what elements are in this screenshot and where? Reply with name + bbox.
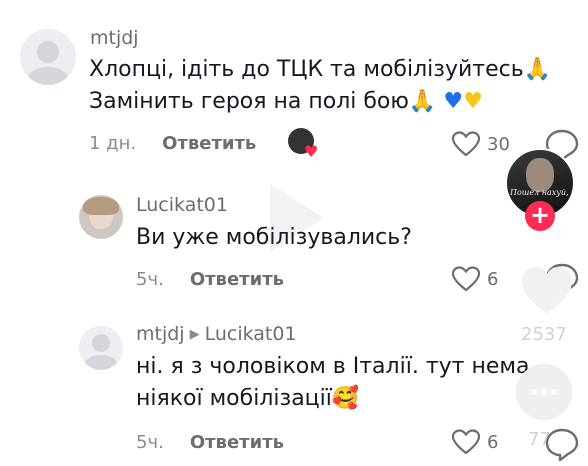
comment-text: Замінить героя на полі бою🙏 ♥♥ — [89, 87, 483, 117]
heart-outline-icon — [451, 131, 481, 157]
video-comment-count: 77 — [528, 429, 551, 450]
heart-outline-icon — [451, 266, 481, 292]
user-avatar[interactable] — [20, 29, 76, 85]
comment-time: 5ч. — [136, 432, 164, 453]
blue-heart-emoji-icon: ♥ — [443, 89, 464, 114]
video-comment-icon[interactable] — [516, 364, 572, 420]
reply-button[interactable]: Ответить — [190, 269, 284, 290]
comment-text-line: ніякої мобілізації — [136, 386, 332, 411]
like-count: 30 — [487, 133, 510, 155]
reply-button[interactable]: Ответить — [190, 432, 284, 453]
reply-arrow-icon: ▶ — [189, 327, 200, 342]
creator-avatar-text: Пошел нахуй, бы — [510, 188, 573, 197]
comment-time: 5ч. — [136, 269, 164, 290]
user-avatar[interactable] — [79, 326, 123, 370]
comment-text: Ви уже мобілізувались? — [136, 225, 412, 250]
like-button[interactable]: 6 — [451, 265, 498, 293]
pray-emoji-icon: 🙏 — [408, 89, 437, 114]
reply-to-user[interactable]: Lucikat01 — [205, 323, 297, 345]
comment-3: mtjdj ▶ Lucikat01 ні. я з чоловіком в Італ… — [0, 318, 588, 466]
comment-meta: 5ч. Ответить — [136, 269, 284, 290]
smiling-hearts-emoji-icon: 🥰 — [331, 386, 360, 411]
like-count: 6 — [487, 268, 499, 290]
comment-text: ні. я з чоловіком в Італії. тут нема — [136, 354, 530, 379]
comment-text: ніякої мобілізації🥰 — [136, 384, 359, 414]
like-count: 6 — [487, 431, 499, 453]
heart-badge-icon: ♥ — [304, 142, 319, 161]
comment-meta: 1 дн. Ответить — [89, 133, 256, 154]
comment-time: 1 дн. — [89, 133, 137, 154]
comment-text-line: Замінить героя на полі бою — [89, 89, 409, 114]
comment-author[interactable]: mtjdj — [136, 323, 185, 345]
pray-emoji-icon: 🙏 — [523, 57, 552, 82]
video-like-icon[interactable] — [518, 262, 576, 320]
creator-liked-badge: ♥ — [288, 128, 320, 161]
follow-button[interactable]: + — [525, 201, 555, 231]
video-like-count: 2537 — [521, 324, 567, 345]
like-button[interactable]: 30 — [451, 130, 510, 158]
user-avatar[interactable] — [79, 195, 123, 239]
comment-meta: 5ч. Ответить — [136, 432, 284, 453]
comment-text: Хлопці, ідіть до ТЦК та мобілізуйтесь🙏 — [89, 55, 551, 85]
reply-button[interactable]: Ответить — [162, 133, 256, 154]
comment-username[interactable]: Lucikat01 — [136, 194, 228, 216]
comment-username[interactable]: mtjdj — [90, 27, 139, 49]
comment-1: mtjdj Хлопці, ідіть до ТЦК та мобілізуйт… — [0, 0, 588, 170]
like-button[interactable]: 6 — [451, 428, 498, 456]
comment-username: mtjdj ▶ Lucikat01 — [136, 323, 297, 345]
heart-outline-icon — [451, 429, 481, 455]
comment-text-line: Хлопці, ідіть до ТЦК та мобілізуйтесь — [89, 57, 524, 82]
comment-2: Lucikat01 Ви уже мобілізувались? 5ч. Отв… — [0, 185, 588, 305]
yellow-heart-emoji-icon: ♥ — [463, 89, 483, 114]
